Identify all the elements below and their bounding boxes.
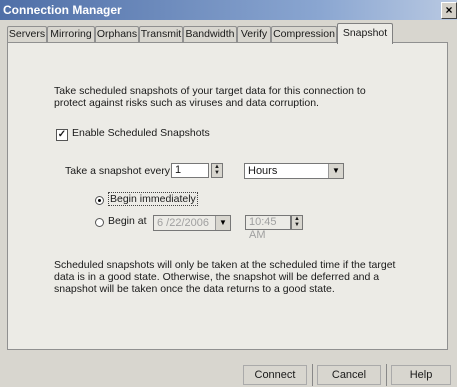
snapshot-panel: Take scheduled snapshots of your target … [7,42,448,350]
help-button[interactable]: Help [391,365,451,385]
tab-snapshot[interactable]: Snapshot [337,23,393,44]
description-line-1: Take scheduled snapshots of your target … [54,85,366,97]
begin-date-select[interactable]: 6 /22/2006 ▼ [153,215,231,231]
description-line-2: protect against risks such as viruses an… [54,97,319,109]
tab-compression[interactable]: Compression [271,26,337,42]
begin-immediately-label: Begin immediately [108,192,198,206]
note-line-2: data is in a good state. Otherwise, the … [54,271,380,283]
radio-selected-dot [98,199,101,202]
spin-arrows-icon[interactable]: ▲ ▼ [291,215,303,230]
begin-time-input[interactable]: 10:45 AM [245,215,291,241]
begin-at-radio[interactable] [95,218,104,227]
close-icon[interactable]: × [441,2,457,19]
button-separator [312,364,313,386]
interval-unit-value: Hours [248,165,278,177]
tab-bandwidth[interactable]: Bandwidth [183,26,237,42]
note-line-1: Scheduled snapshots will only be taken a… [54,259,396,271]
note-line-3: snapshot will be taken once the data ret… [54,283,335,295]
begin-immediately-radio[interactable] [95,196,104,205]
title-bar: Connection Manager × [0,0,457,20]
enable-snapshots-checkbox[interactable]: ✓ [56,129,68,141]
interval-unit-select[interactable]: Hours ▼ [244,163,344,179]
enable-snapshots-label: Enable Scheduled Snapshots [72,127,210,139]
scheduled-note: Scheduled snapshots will only be taken a… [54,259,439,295]
begin-date-value: 6 /22/2006 [157,217,209,229]
window-title: Connection Manager [3,3,122,17]
tab-transmit[interactable]: Transmit [139,26,183,42]
description-text: Take scheduled snapshots of your target … [54,85,434,109]
begin-at-label: Begin at [108,215,147,227]
tab-mirroring[interactable]: Mirroring [47,26,95,42]
tab-verify[interactable]: Verify [237,26,271,42]
begin-immediately-text: Begin immediately [108,192,198,206]
tab-orphans[interactable]: Orphans [95,26,139,42]
interval-label: Take a snapshot every [65,165,171,177]
chevron-down-icon[interactable]: ▼ [328,164,343,178]
cancel-button[interactable]: Cancel [317,365,381,385]
interval-input[interactable]: 1 [171,163,209,178]
connect-button[interactable]: Connect [243,365,307,385]
tab-servers[interactable]: Servers [7,26,47,42]
spin-arrows-icon[interactable]: ▲ ▼ [211,163,223,178]
chevron-down-icon[interactable]: ▼ [215,216,230,230]
button-separator [386,364,387,386]
